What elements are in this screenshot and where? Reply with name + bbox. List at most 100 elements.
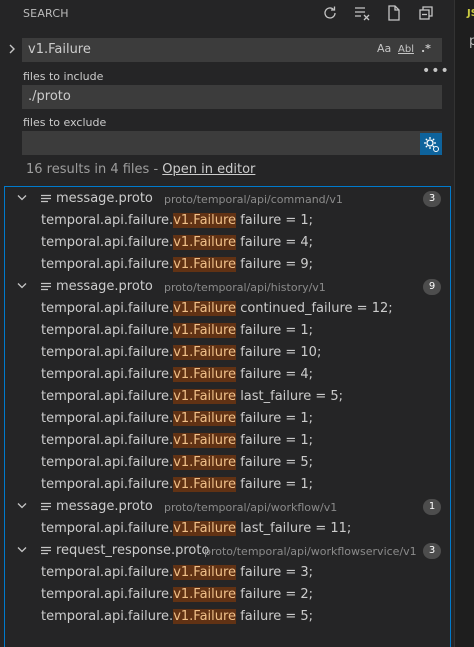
match-highlight: v1.Failure [173, 609, 237, 624]
chevron-down-icon[interactable] [17, 502, 27, 510]
file-result-row[interactable]: message.proto proto/temporal/api/workflow… [5, 496, 450, 518]
match-prefix: temporal.api.failure. [41, 455, 174, 470]
chevron-down-icon[interactable] [17, 194, 27, 202]
match-prefix: temporal.api.failure. [41, 301, 174, 316]
match-suffix: last_failure = 5; [236, 389, 344, 404]
match-highlight: v1.Failure [173, 477, 237, 492]
chevron-down-icon[interactable] [17, 546, 27, 554]
match-prefix: temporal.api.failure. [41, 521, 174, 536]
match-line[interactable]: temporal.api.failure.v1.Failure failure … [41, 254, 313, 276]
match-count-badge: 3 [423, 191, 441, 207]
match-highlight: v1.Failure [173, 301, 237, 316]
match-line[interactable]: temporal.api.failure.v1.Failure failure … [41, 606, 313, 628]
toggle-search-details-icon[interactable]: ••• [422, 63, 450, 79]
file-lines-icon [41, 502, 51, 511]
files-to-include-value: ./proto [28, 89, 71, 104]
file-lines-icon [41, 546, 51, 555]
match-line[interactable]: temporal.api.failure.v1.Failure failure … [41, 320, 313, 342]
match-prefix: temporal.api.failure. [41, 345, 174, 360]
match-count-badge: 1 [423, 499, 441, 515]
file-lines-icon [41, 282, 51, 291]
editor-text-fragment: p [469, 34, 474, 49]
match-count-badge: 9 [423, 279, 441, 295]
search-input[interactable]: v1.Failure Aa Abl .* [22, 38, 442, 62]
match-prefix: temporal.api.failure. [41, 411, 174, 426]
match-line[interactable]: temporal.api.failure.v1.Failure failure … [41, 452, 313, 474]
results-count-text: 16 results in 4 files - [26, 162, 163, 177]
files-to-exclude-input[interactable] [22, 131, 442, 155]
file-name: request_response.proto [56, 543, 210, 558]
match-highlight: v1.Failure [173, 565, 237, 580]
match-suffix: failure = 9; [236, 257, 314, 272]
match-highlight: v1.Failure [173, 521, 237, 536]
match-suffix: failure = 1; [236, 323, 314, 338]
match-line[interactable]: temporal.api.failure.v1.Failure failure … [41, 430, 313, 452]
clear-results-icon[interactable] [353, 4, 371, 22]
refresh-icon[interactable] [321, 4, 339, 22]
match-line[interactable]: temporal.api.failure.v1.Failure failure … [41, 562, 313, 584]
new-search-editor-icon[interactable] [385, 4, 403, 22]
match-line[interactable]: temporal.api.failure.v1.Failure failure … [41, 342, 321, 364]
open-in-editor-link[interactable]: Open in editor [162, 162, 255, 177]
match-prefix: temporal.api.failure. [41, 565, 174, 580]
use-exclude-settings-button[interactable] [420, 133, 442, 155]
match-prefix: temporal.api.failure. [41, 389, 174, 404]
match-line[interactable]: temporal.api.failure.v1.Failure failure … [41, 474, 313, 496]
file-path: proto/temporal/api/history/v1 [164, 281, 326, 294]
panel-title: SEARCH [23, 7, 69, 20]
files-to-include-input[interactable]: ./proto [22, 85, 442, 109]
match-line[interactable]: temporal.api.failure.v1.Failure failure … [41, 232, 313, 254]
match-line[interactable]: temporal.api.failure.v1.Failure last_fai… [41, 386, 343, 408]
match-suffix: failure = 5; [236, 609, 314, 624]
file-path: proto/temporal/api/workflow/v1 [164, 501, 338, 514]
match-line[interactable]: temporal.api.failure.v1.Failure failure … [41, 210, 313, 232]
match-highlight: v1.Failure [173, 455, 237, 470]
file-result-row[interactable]: message.proto proto/temporal/api/history/… [5, 276, 450, 298]
match-suffix: failure = 2; [236, 587, 314, 602]
collapse-all-icon[interactable] [417, 4, 435, 22]
file-name: message.proto [56, 279, 153, 294]
match-prefix: temporal.api.failure. [41, 433, 174, 448]
match-highlight: v1.Failure [173, 367, 237, 382]
use-regex-toggle[interactable]: .* [421, 42, 431, 55]
match-prefix: temporal.api.failure. [41, 213, 174, 228]
match-line[interactable]: temporal.api.failure.v1.Failure failure … [41, 364, 313, 386]
file-name: message.proto [56, 499, 153, 514]
search-sidebar: SEARCH v1.Failure Aa Abl .* ••• files to… [0, 0, 454, 647]
match-highlight: v1.Failure [173, 213, 237, 228]
match-line[interactable]: temporal.api.failure.v1.Failure continue… [41, 298, 393, 320]
match-prefix: temporal.api.failure. [41, 323, 174, 338]
match-line[interactable]: temporal.api.failure.v1.Failure failure … [41, 408, 313, 430]
match-whole-word-toggle[interactable]: Abl [398, 44, 414, 55]
chevron-down-icon[interactable] [17, 282, 27, 290]
match-highlight: v1.Failure [173, 587, 237, 602]
match-line[interactable]: temporal.api.failure.v1.Failure failure … [41, 584, 313, 606]
search-header: SEARCH [0, 0, 454, 26]
files-to-exclude-label: files to exclude [23, 116, 107, 129]
match-line[interactable]: temporal.api.failure.v1.Failure last_fai… [41, 518, 351, 540]
match-suffix: failure = 5; [236, 455, 314, 470]
editor-tab-fragment[interactable]: JS [467, 8, 474, 19]
search-query: v1.Failure [28, 42, 91, 57]
match-case-toggle[interactable]: Aa [377, 42, 391, 55]
file-path: proto/temporal/api/workflowservice/v1 [204, 545, 417, 558]
match-prefix: temporal.api.failure. [41, 477, 174, 492]
match-suffix: failure = 1; [236, 411, 314, 426]
match-prefix: temporal.api.failure. [41, 587, 174, 602]
match-suffix: failure = 3; [236, 565, 314, 580]
match-prefix: temporal.api.failure. [41, 609, 174, 624]
match-suffix: failure = 1; [236, 213, 314, 228]
gear-icon [424, 137, 439, 152]
match-highlight: v1.Failure [173, 411, 237, 426]
match-highlight: v1.Failure [173, 257, 237, 272]
match-prefix: temporal.api.failure. [41, 367, 174, 382]
match-prefix: temporal.api.failure. [41, 235, 174, 250]
files-to-include-label: files to include [23, 70, 104, 83]
match-highlight: v1.Failure [173, 235, 237, 250]
match-highlight: v1.Failure [173, 433, 237, 448]
toggle-replace-chevron-icon[interactable] [6, 43, 18, 55]
match-suffix: continued_failure = 12; [236, 301, 393, 316]
results-tree[interactable]: message.proto proto/temporal/api/command/… [4, 186, 451, 647]
file-result-row[interactable]: request_response.proto proto/temporal/api… [5, 540, 450, 562]
file-result-row[interactable]: message.proto proto/temporal/api/command/… [5, 188, 450, 210]
